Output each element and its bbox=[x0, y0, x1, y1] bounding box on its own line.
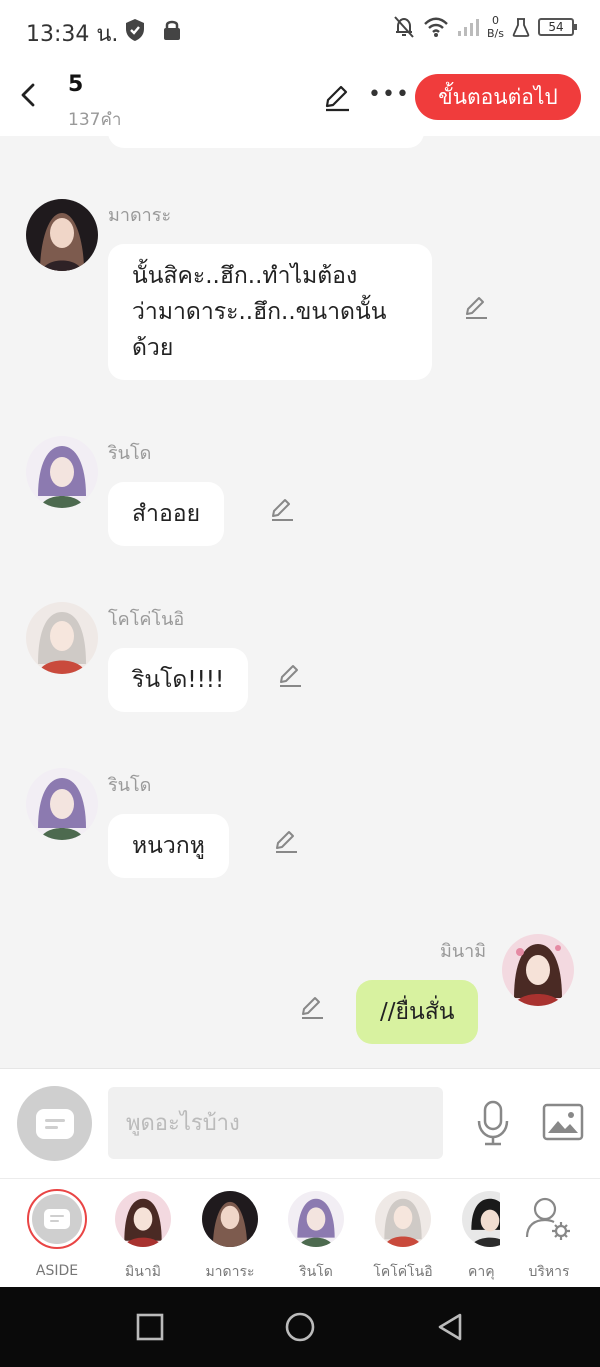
lock-icon bbox=[164, 20, 180, 40]
more-icon[interactable]: ••• bbox=[368, 82, 410, 107]
message-bubble[interactable]: นั้นสิคะ..ฮึก..ทำไมต้อง ว่ามาดาระ..ฮึก..… bbox=[108, 244, 432, 380]
message-line: ว่ามาดาระ..ฮึก..ขนาดนั้น bbox=[132, 299, 387, 325]
character-aside[interactable]: ASIDE bbox=[17, 1189, 97, 1279]
shield-icon bbox=[126, 19, 144, 41]
avatar-rindo[interactable] bbox=[26, 436, 98, 508]
aside-chat-icon[interactable] bbox=[17, 1086, 92, 1161]
character-madara[interactable]: มาดาระ bbox=[190, 1191, 270, 1283]
pencil-icon[interactable] bbox=[322, 82, 352, 112]
character-label: โคโค่โนอิ bbox=[373, 1264, 433, 1280]
message-composer bbox=[0, 1068, 600, 1178]
sender-name: มาดาระ bbox=[108, 205, 172, 226]
avatar bbox=[202, 1191, 258, 1247]
message-line: นั้นสิคะ..ฮึก..ทำไมต้อง bbox=[132, 263, 358, 289]
image-icon[interactable] bbox=[542, 1103, 584, 1141]
system-nav-bar bbox=[0, 1287, 600, 1367]
character-label: คาคุ bbox=[468, 1264, 495, 1280]
recents-icon[interactable] bbox=[134, 1311, 166, 1343]
message-bubble[interactable]: หนวกหู bbox=[108, 814, 229, 878]
sender-name: โคโค่โนอิ bbox=[108, 609, 185, 630]
battery-icon: 54 bbox=[538, 18, 577, 36]
sender-name: มินามิ bbox=[440, 941, 487, 962]
character-label: ASIDE bbox=[35, 1263, 79, 1279]
message-line: หนวกหู bbox=[132, 833, 205, 859]
character-rindo[interactable]: รินโด bbox=[276, 1191, 356, 1283]
avatar-rindo[interactable] bbox=[26, 768, 98, 840]
character-manage[interactable]: บริหาร bbox=[509, 1191, 589, 1283]
back-icon[interactable] bbox=[434, 1311, 466, 1343]
avatar-kokonoi[interactable] bbox=[26, 602, 98, 674]
avatar bbox=[462, 1191, 500, 1247]
character-kakucho[interactable]: คาคุ bbox=[450, 1191, 500, 1283]
message-line: รินโด!!!! bbox=[132, 667, 225, 693]
previous-message-bubble[interactable] bbox=[108, 136, 424, 148]
avatar bbox=[115, 1191, 171, 1247]
avatar-minami[interactable] bbox=[502, 934, 574, 1006]
avatar bbox=[375, 1191, 431, 1247]
status-bar: 13:34 น. 0 B/s 54 bbox=[0, 0, 600, 62]
battery-level: 54 bbox=[548, 20, 564, 34]
my-message-bubble[interactable]: //ยื่นสั่น bbox=[356, 980, 479, 1044]
character-label: บริหาร bbox=[528, 1264, 570, 1280]
edit-pencil-icon[interactable] bbox=[462, 292, 490, 320]
edit-pencil-icon[interactable] bbox=[272, 826, 300, 854]
bell-off-icon bbox=[394, 16, 414, 38]
message-input[interactable] bbox=[108, 1087, 443, 1159]
edit-pencil-icon[interactable] bbox=[268, 494, 296, 522]
episode-title: 5 bbox=[68, 72, 84, 97]
sender-name: รินโด bbox=[108, 443, 152, 464]
speed-value: 0 bbox=[492, 14, 499, 27]
message-line: //ยื่นสั่น bbox=[380, 999, 455, 1025]
edit-pencil-icon[interactable] bbox=[298, 992, 326, 1020]
character-label: มินามิ bbox=[125, 1264, 161, 1280]
avatar-madara[interactable] bbox=[26, 199, 98, 271]
chat-area[interactable]: มาดาระ นั้นสิคะ..ฮึก..ทำไมต้อง ว่ามาดาระ… bbox=[0, 136, 600, 1068]
home-icon[interactable] bbox=[284, 1311, 316, 1343]
message-bubble[interactable]: รินโด!!!! bbox=[108, 648, 249, 712]
microphone-icon[interactable] bbox=[474, 1099, 512, 1147]
character-label: รินโด bbox=[299, 1264, 333, 1280]
status-time: 13:34 น. bbox=[26, 22, 119, 47]
network-speed: 0 B/s bbox=[487, 14, 504, 40]
wifi-icon bbox=[424, 17, 448, 37]
message-line: ด้วย bbox=[132, 335, 174, 361]
character-kokonoi[interactable]: โคโค่โนอิ bbox=[363, 1191, 443, 1283]
message-bubble[interactable]: สำออย bbox=[108, 482, 225, 546]
character-label: มาดาระ bbox=[205, 1264, 255, 1280]
back-arrow-icon[interactable] bbox=[14, 80, 44, 110]
user-gear-icon bbox=[525, 1197, 570, 1240]
speed-unit: B/s bbox=[487, 27, 504, 40]
aside-chat-icon bbox=[27, 1189, 87, 1249]
app-header: 5 137คำ ••• ขั้นตอนต่อไป bbox=[0, 62, 600, 136]
message-line: สำออย bbox=[132, 501, 201, 527]
edit-pencil-icon[interactable] bbox=[276, 660, 304, 688]
sender-name: รินโด bbox=[108, 775, 152, 796]
avatar bbox=[288, 1191, 344, 1247]
flask-icon bbox=[512, 18, 530, 37]
character-minami[interactable]: มินามิ bbox=[103, 1191, 183, 1283]
word-count: 137คำ bbox=[68, 110, 122, 130]
signal-icon bbox=[458, 19, 480, 36]
next-step-button[interactable]: ขั้นตอนต่อไป bbox=[415, 74, 581, 120]
character-bar: ASIDE มินามิ มาดาระ รินโด โคโค่โนอิ คาคุ… bbox=[0, 1178, 600, 1287]
